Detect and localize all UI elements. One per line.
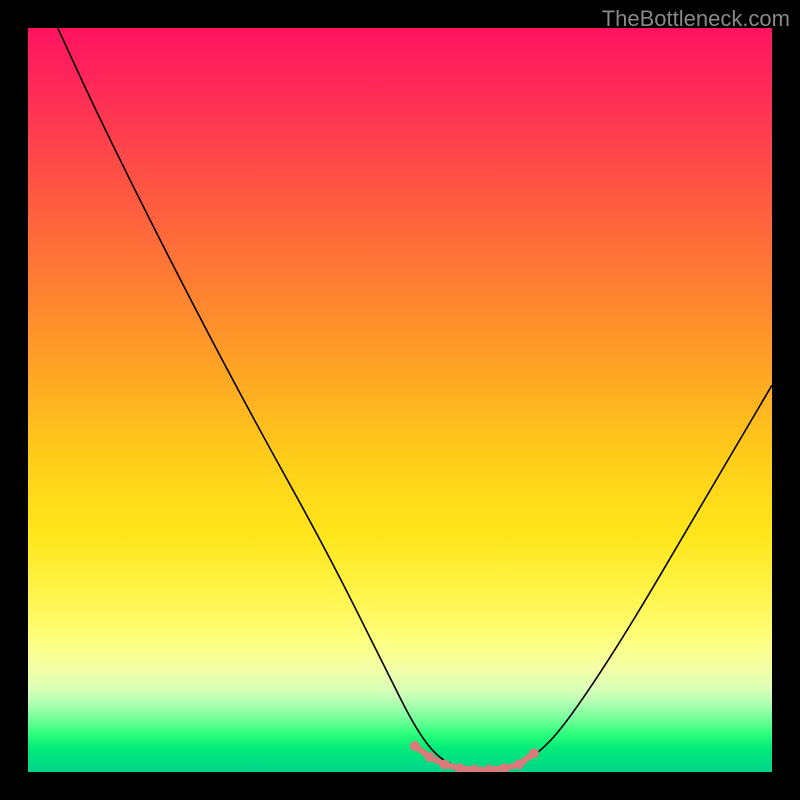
chart-plot-area (28, 28, 772, 772)
optimal-zone-dot (529, 748, 539, 758)
optimal-zone-dot (484, 765, 494, 772)
watermark-text: TheBottleneck.com (602, 6, 790, 32)
optimal-zone-dot (469, 765, 479, 772)
chart-svg (28, 28, 772, 772)
optimal-zone-dot (410, 741, 420, 751)
optimal-zone-dot (425, 752, 435, 762)
chart-curve-group (58, 28, 772, 772)
optimal-zone-dot (440, 760, 450, 770)
bottleneck-curve-line (58, 28, 772, 771)
optimal-zone-dot (514, 760, 524, 770)
